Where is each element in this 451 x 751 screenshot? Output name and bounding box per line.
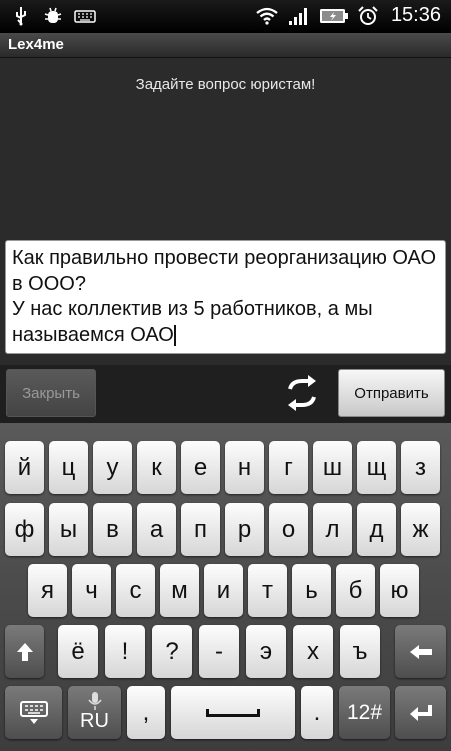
swap-icon[interactable]	[282, 373, 322, 413]
send-button[interactable]: Отправить	[338, 369, 445, 417]
key-3[interactable]: ?	[152, 625, 192, 678]
key-1[interactable]: ф	[5, 503, 44, 556]
hide-keyboard-key[interactable]	[5, 686, 62, 739]
debug-icon	[44, 7, 62, 23]
key-9[interactable]: ю	[380, 564, 419, 617]
key-2[interactable]: ы	[49, 503, 88, 556]
key-4[interactable]: м	[160, 564, 199, 617]
space-key[interactable]	[171, 686, 295, 739]
key-7[interactable]: г	[269, 441, 308, 494]
enter-icon	[409, 704, 432, 721]
key-9[interactable]: щ	[357, 441, 396, 494]
backspace-icon	[409, 644, 432, 659]
battery-icon	[319, 8, 348, 23]
alarm-icon	[358, 5, 378, 25]
language-mic-key[interactable]: RU	[68, 686, 121, 739]
key-8[interactable]: ш	[313, 441, 352, 494]
question-text: Как правильно провести реорганизацию ОАО…	[12, 247, 436, 346]
enter-key[interactable]	[395, 686, 446, 739]
text-cursor	[173, 324, 176, 346]
key-6[interactable]: р	[225, 503, 264, 556]
key-3[interactable]: в	[93, 503, 132, 556]
status-clock: 15:36	[390, 4, 441, 26]
key-10[interactable]: ж	[401, 503, 440, 556]
key-8[interactable]: л	[313, 503, 352, 556]
keyboard-icon	[74, 10, 96, 23]
key-3[interactable]: у	[93, 441, 132, 494]
app-title-bar: Lex4me	[0, 33, 451, 58]
key-4[interactable]: -	[199, 625, 239, 678]
close-button[interactable]: Закрыть	[6, 369, 96, 417]
key-5[interactable]: е	[181, 441, 220, 494]
key-3[interactable]: с	[116, 564, 155, 617]
signal-icon	[288, 7, 307, 25]
key-4[interactable]: к	[137, 441, 176, 494]
question-input[interactable]: Как правильно провести реорганизацию ОАО…	[5, 240, 446, 354]
key-5[interactable]: и	[204, 564, 243, 617]
app-title: Lex4me	[8, 36, 64, 53]
backspace-key[interactable]	[395, 625, 446, 678]
shift-key[interactable]	[5, 625, 44, 678]
key-6[interactable]: т	[248, 564, 287, 617]
key-6[interactable]: х	[293, 625, 333, 678]
key-1[interactable]: ё	[58, 625, 98, 678]
wifi-icon	[256, 7, 278, 25]
key-4[interactable]: а	[137, 503, 176, 556]
key-5[interactable]: п	[181, 503, 220, 556]
numbers-key[interactable]: 12#	[339, 686, 390, 739]
soft-keyboard: йцукенгшщз фывапролдж ячсмитьбю ё!? - э х ъ …	[0, 423, 451, 751]
usb-icon	[16, 7, 26, 26]
key-period[interactable]: .	[301, 686, 333, 739]
key-comma[interactable]: ,	[127, 686, 165, 739]
key-2[interactable]: ч	[72, 564, 111, 617]
key-8[interactable]: б	[336, 564, 375, 617]
key-10[interactable]: з	[401, 441, 440, 494]
key-2[interactable]: ц	[49, 441, 88, 494]
key-7[interactable]: о	[269, 503, 308, 556]
mic-icon	[87, 692, 102, 710]
key-9[interactable]: д	[357, 503, 396, 556]
key-1[interactable]: я	[28, 564, 67, 617]
status-bar: 15:36	[0, 0, 451, 33]
key-5[interactable]: э	[246, 625, 286, 678]
prompt-text: Задайте вопрос юристам!	[135, 76, 316, 93]
key-1[interactable]: й	[5, 441, 44, 494]
key-6[interactable]: н	[225, 441, 264, 494]
action-bar: Закрыть Отправить	[0, 365, 451, 423]
language-label: RU	[80, 710, 109, 732]
space-icon	[206, 708, 260, 717]
shift-icon	[16, 642, 33, 661]
hide-keyboard-icon	[19, 700, 48, 724]
key-2[interactable]: !	[105, 625, 145, 678]
key-7[interactable]: ъ	[340, 625, 380, 678]
key-7[interactable]: ь	[292, 564, 331, 617]
